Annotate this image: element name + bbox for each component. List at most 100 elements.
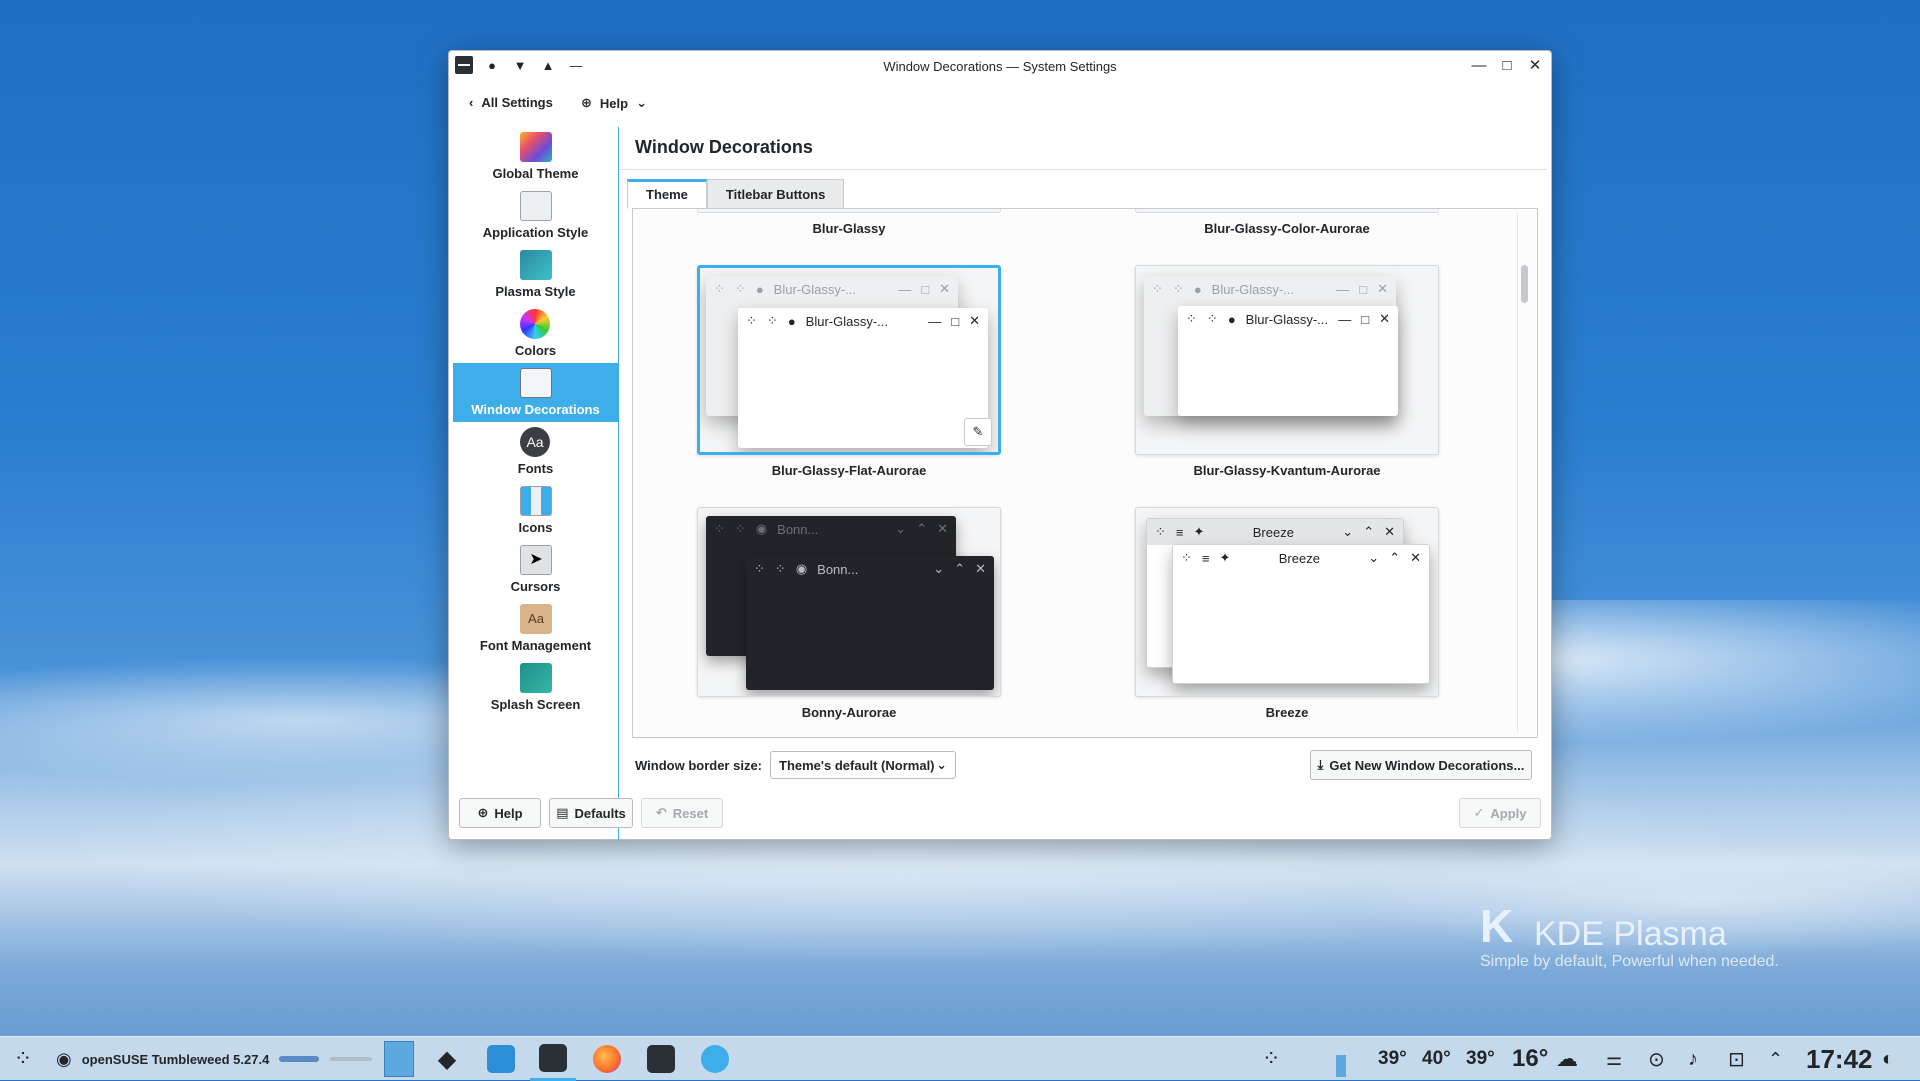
get-new-decorations-button[interactable]: ⤓ Get New Window Decorations... bbox=[1310, 750, 1532, 780]
kde-tagline: Simple by default, Powerful when needed. bbox=[1480, 953, 1779, 970]
launcher-icon: ⁘ bbox=[13, 1046, 33, 1071]
show-desktop-icon[interactable]: ◐ bbox=[1882, 1037, 1894, 1081]
apply-button[interactable]: ✓ Apply bbox=[1459, 798, 1541, 828]
theme-grid: Blur-Glassy Blur-Glassy-Color-Aurorae ⁘ ⁘… bbox=[632, 208, 1538, 738]
pin-icon: ◉ bbox=[795, 561, 808, 576]
distro-label: openSUSE Tumbleweed 5.27.4 bbox=[81, 1051, 270, 1067]
minimize-icon[interactable]: — bbox=[1469, 55, 1489, 75]
maximize-icon[interactable]: □ bbox=[1497, 55, 1517, 75]
chevron-down-icon: ⌄ bbox=[636, 95, 647, 110]
taskbar-app-kde-connect[interactable] bbox=[692, 1037, 738, 1081]
all-settings-button[interactable]: ‹ All Settings bbox=[469, 95, 553, 110]
current-temperature[interactable]: 16° bbox=[1512, 1037, 1548, 1081]
audio-icon[interactable]: ♪ bbox=[1688, 1037, 1698, 1081]
border-size-combobox[interactable]: Theme's default (Normal) ⌄ bbox=[770, 751, 956, 779]
theme-card-blur-glassy-color-aurorae[interactable] bbox=[1135, 209, 1439, 213]
checkmark-icon: ✓ bbox=[1473, 805, 1485, 820]
theme-preview-card[interactable]: ⁘ ⁘ ● Blur-Glassy-... — □ ✕ ⁘ ⁘ ● Blur-Glassy-...… bbox=[1135, 265, 1439, 455]
clock[interactable]: 17:42 bbox=[1806, 1037, 1873, 1081]
sidebar-item-window-decorations[interactable]: Window Decorations bbox=[453, 363, 618, 422]
sidebar-item-cursors[interactable]: ➤ Cursors bbox=[453, 540, 618, 599]
sliders-icon[interactable]: ⚌ bbox=[1606, 1037, 1622, 1081]
theme-name: Breeze bbox=[1265, 705, 1309, 720]
application-style-icon bbox=[520, 191, 552, 221]
weather-temp-1[interactable]: 39° bbox=[1378, 1037, 1407, 1081]
sidebar-item-global-theme[interactable]: Global Theme bbox=[453, 127, 618, 186]
taskbar-app-firefox[interactable] bbox=[584, 1037, 630, 1081]
theme-card-blur-glassy[interactable] bbox=[697, 209, 1001, 213]
weather-temp-3[interactable]: 39° bbox=[1466, 1037, 1495, 1081]
theme-preview-card[interactable]: ⁘ ⁘ ● Blur-Glassy-... — □ ✕ ⁘ ⁘ ● Blur-Glassy-...… bbox=[697, 265, 1001, 455]
update-icon[interactable]: ⊙ bbox=[1648, 1037, 1665, 1081]
theme-item-bonny-aurorae[interactable]: ⁘ ⁘ ◉ Bonn... ⌄ ⌃ ✕ ⁘ ⁘ ◉ Bonn... ⌄ ⌃ ✕ Bonny-Aurora… bbox=[697, 507, 1001, 720]
all-settings-label: All Settings bbox=[481, 95, 553, 110]
sidebar-item-icons[interactable]: Icons bbox=[453, 481, 618, 540]
theme-name-blur-glassy: Blur-Glassy bbox=[812, 221, 886, 236]
taskbar-app-system-settings[interactable] bbox=[530, 1037, 576, 1081]
back-arrow-icon: ‹ bbox=[469, 95, 474, 110]
media-stop-icon[interactable]: ⊡ bbox=[1728, 1037, 1745, 1081]
splash-screen-icon bbox=[520, 663, 552, 693]
scrollbar-thumb[interactable] bbox=[1521, 265, 1528, 303]
sidebar: Global Theme Application Style Plasma St… bbox=[453, 127, 619, 841]
chevron-down-icon: ⌄ bbox=[936, 757, 947, 772]
preview-window-front: ⁘ ⁘ ● Blur-Glassy-... — □ ✕ bbox=[738, 308, 988, 448]
border-size-label: Window border size: bbox=[635, 757, 762, 773]
close-icon: ✕ bbox=[1384, 524, 1395, 539]
theme-item-blur-glassy-kvantum-aurorae[interactable]: ⁘ ⁘ ● Blur-Glassy-... — □ ✕ ⁘ ⁘ ● Blur-Glassy-...… bbox=[1135, 265, 1439, 478]
taskbar-app-dolphin[interactable] bbox=[638, 1037, 684, 1081]
theme-name-blur-glassy-color-aurorae: Blur-Glassy-Color-Aurorae bbox=[1204, 221, 1370, 236]
cpu-monitor[interactable] bbox=[1336, 1037, 1346, 1081]
sidebar-item-colors[interactable]: Colors bbox=[453, 304, 618, 363]
theme-preview-card[interactable]: ⁘ ≡ ✦ Breeze ⌄ ⌃ ✕ ⁘ ≡ ✦ Breeze ⌄ ⌃ ✕ bbox=[1135, 507, 1439, 697]
window-decorations-icon bbox=[520, 368, 552, 398]
help-menu-button[interactable]: ⊕ Help ⌄ bbox=[581, 95, 647, 111]
menu-icon: ⁘ bbox=[734, 521, 746, 536]
tab-theme[interactable]: Theme bbox=[627, 179, 707, 209]
system-settings-window: ● ▼ ▲ — Window Decorations — System Sett… bbox=[448, 50, 1552, 841]
taskbar-app-discover[interactable] bbox=[478, 1037, 524, 1081]
close-icon[interactable]: ✕ bbox=[1525, 55, 1545, 75]
sidebar-item-splash-screen[interactable]: Splash Screen bbox=[453, 658, 618, 717]
distro-widget[interactable]: ◉ openSUSE Tumbleweed 5.27.4 bbox=[56, 1037, 320, 1081]
firefox-icon bbox=[593, 1045, 621, 1073]
tray-kde-icon[interactable]: ⁘ bbox=[1262, 1037, 1280, 1081]
sidebar-item-font-management[interactable]: Aa Font Management bbox=[453, 599, 618, 658]
reset-button[interactable]: ↶ Reset bbox=[641, 798, 723, 828]
sidebar-item-fonts[interactable]: Aa Fonts bbox=[453, 422, 618, 481]
fonts-icon: Aa bbox=[520, 427, 550, 457]
icons-icon bbox=[520, 486, 552, 516]
undo-icon: ↶ bbox=[655, 805, 667, 820]
defaults-button[interactable]: ▤ Defaults bbox=[549, 798, 633, 828]
menu-icon: ⁘ bbox=[774, 561, 786, 576]
download-icon: ⤓ bbox=[1317, 757, 1324, 772]
sidebar-item-plasma-style[interactable]: Plasma Style bbox=[453, 245, 618, 304]
theme-grid-scrollbar[interactable] bbox=[1517, 213, 1531, 733]
weather-temp-2[interactable]: 40° bbox=[1422, 1037, 1451, 1081]
kde-launcher-icon: ⁘ bbox=[1262, 1046, 1281, 1071]
titlebar[interactable]: ● ▼ ▲ — Window Decorations — System Sett… bbox=[449, 51, 1551, 81]
cloud-icon[interactable]: ☁ bbox=[1556, 1037, 1578, 1081]
help-button[interactable]: ⊕ Help bbox=[459, 798, 541, 828]
minimize-icon: — bbox=[1338, 311, 1352, 327]
hamburger-icon: ≡ bbox=[1201, 550, 1210, 566]
dot-icon: ● bbox=[755, 281, 764, 297]
application-launcher[interactable]: ⁘ bbox=[0, 1037, 46, 1081]
taskbar-app-inkscape[interactable]: ◆ bbox=[424, 1037, 470, 1081]
pager-desktop-2[interactable] bbox=[384, 1037, 414, 1081]
chevron-up-icon[interactable]: ⌃ bbox=[1768, 1037, 1783, 1081]
navigation-bar: ‹ All Settings ⊕ Help ⌄ bbox=[449, 85, 1551, 123]
pager-desktop-1[interactable] bbox=[330, 1037, 372, 1081]
theme-item-breeze[interactable]: ⁘ ≡ ✦ Breeze ⌄ ⌃ ✕ ⁘ ≡ ✦ Breeze ⌄ ⌃ ✕ Breeze bbox=[1135, 507, 1439, 720]
theme-item-blur-glassy-flat-aurorae[interactable]: ⁘ ⁘ ● Blur-Glassy-... — □ ✕ ⁘ ⁘ ● Blur-Glassy-...… bbox=[697, 265, 1001, 478]
edit-theme-button[interactable]: ✎ bbox=[964, 418, 992, 446]
theme-preview-card[interactable]: ⁘ ⁘ ◉ Bonn... ⌄ ⌃ ✕ ⁘ ⁘ ◉ Bonn... ⌄ ⌃ ✕ bbox=[697, 507, 1001, 697]
store-icon bbox=[487, 1045, 515, 1073]
tab-titlebar-buttons[interactable]: Titlebar Buttons bbox=[706, 179, 845, 209]
chevron-up-icon: ⌃ bbox=[916, 521, 928, 536]
menu-icon: ⁘ bbox=[1206, 311, 1218, 326]
close-icon: ✕ bbox=[975, 561, 986, 576]
page-title: Window Decorations bbox=[635, 137, 813, 157]
close-icon: ✕ bbox=[939, 281, 950, 296]
sidebar-item-application-style[interactable]: Application Style bbox=[453, 186, 618, 245]
